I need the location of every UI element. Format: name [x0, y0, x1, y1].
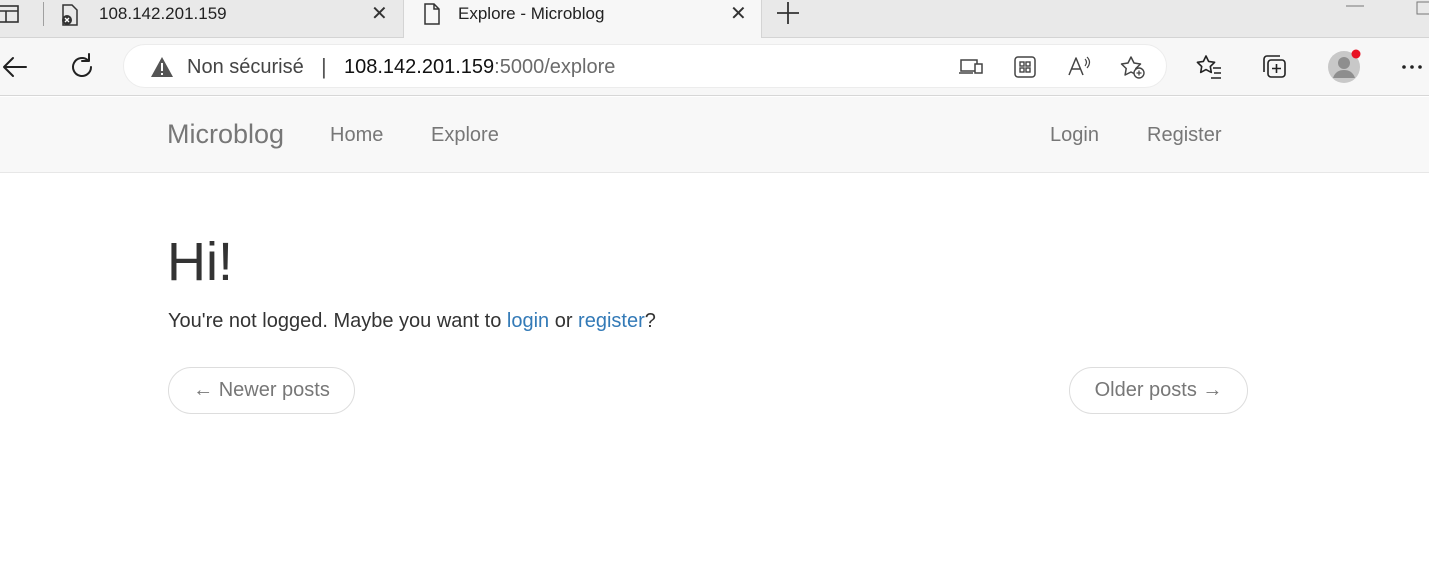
back-arrow-icon[interactable] — [0, 51, 32, 83]
security-label[interactable]: Non sécurisé — [187, 56, 304, 79]
intro-middle: or — [549, 310, 579, 332]
tab-title: 108.142.201.159 — [99, 4, 227, 23]
profile-avatar-icon[interactable] — [1326, 48, 1362, 84]
browser-toolbar: Non sécurisé | 108.142.201.159:5000/expl… — [0, 38, 1429, 96]
sidebar-toggle-icon[interactable] — [0, 4, 22, 24]
older-posts-button[interactable]: Older posts → — [1069, 367, 1248, 414]
tab-explore-microblog[interactable]: Explore - Microblog ✕ — [403, 0, 762, 39]
new-tab-icon[interactable] — [775, 0, 801, 26]
maximize-icon[interactable] — [1414, 0, 1429, 16]
favorites-icon[interactable] — [1194, 52, 1224, 82]
more-menu-icon[interactable] — [1398, 52, 1428, 82]
close-tab-icon[interactable]: ✕ — [371, 3, 388, 25]
nav-home-link[interactable]: Home — [330, 124, 383, 147]
read-aloud-icon[interactable] — [1066, 55, 1092, 79]
address-separator: | — [321, 54, 327, 79]
page-heading: Hi! — [167, 232, 233, 292]
refresh-icon[interactable] — [66, 51, 98, 83]
url-host: 108.142.201.159 — [344, 56, 495, 78]
brand-link[interactable]: Microblog — [167, 119, 284, 150]
url-path: :5000/explore — [494, 56, 616, 78]
nav-register-link[interactable]: Register — [1147, 124, 1221, 147]
main-content: Hi! You're not logged. Maybe you want to… — [167, 230, 1267, 414]
close-tab-icon[interactable]: ✕ — [730, 3, 747, 25]
page-icon — [424, 3, 440, 25]
collections-icon[interactable] — [1260, 52, 1290, 82]
app-available-icon[interactable] — [958, 55, 984, 79]
tab-ip-address[interactable]: 108.142.201.159 ✕ — [44, 0, 402, 38]
intro-suffix: ? — [644, 310, 656, 332]
warning-icon[interactable] — [150, 56, 174, 78]
login-link[interactable]: login — [507, 310, 549, 332]
browser-tab-bar: 108.142.201.159 ✕ Explore - Microblog ✕ — [0, 0, 1429, 39]
add-favorite-star-icon[interactable] — [1120, 55, 1146, 79]
intro-prefix: You're not logged. Maybe you want to — [168, 310, 507, 332]
intro-text: You're not logged. Maybe you want to log… — [168, 310, 656, 333]
file-error-icon — [62, 4, 78, 26]
nav-login-link[interactable]: Login — [1050, 124, 1099, 147]
address-bar[interactable]: Non sécurisé | 108.142.201.159:5000/expl… — [123, 44, 1167, 88]
url-text[interactable]: 108.142.201.159:5000/explore — [344, 56, 615, 79]
newer-posts-button[interactable]: ← Newer posts — [168, 367, 355, 414]
register-link[interactable]: register — [578, 310, 645, 332]
tab-title: Explore - Microblog — [458, 4, 605, 23]
nav-explore-link[interactable]: Explore — [431, 124, 499, 147]
site-navbar: Microblog Home Explore Login Register — [0, 97, 1429, 173]
extensions-grid-icon[interactable] — [1012, 55, 1038, 79]
minimize-icon[interactable] — [1344, 0, 1366, 14]
